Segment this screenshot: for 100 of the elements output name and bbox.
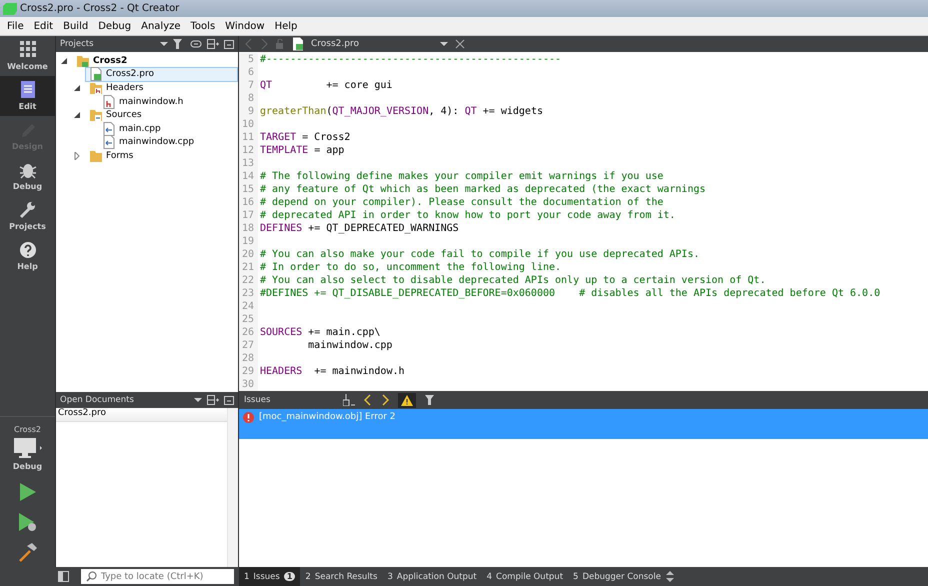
- close-pane-icon[interactable]: [224, 40, 234, 48]
- tree-item[interactable]: main.cpp: [98, 121, 238, 136]
- tree-item[interactable]: mainwindow.cpp: [98, 134, 238, 150]
- line-number: 29: [239, 365, 258, 378]
- line-number: 10: [239, 118, 258, 131]
- close-icon[interactable]: [455, 39, 465, 49]
- output-tab[interactable]: 5 Debugger Console: [568, 567, 666, 586]
- build-config-label: Debug: [12, 462, 42, 471]
- split-icon[interactable]: [207, 39, 219, 49]
- line-number: 22: [239, 274, 258, 287]
- line-number: 16: [239, 196, 258, 209]
- code-line: # any feature of Qt which as been marked as deprecated (the exact warnings: [259, 183, 706, 196]
- expand-arrow-icon[interactable]: [73, 84, 81, 92]
- mode-button[interactable]: Debug: [0, 156, 55, 196]
- code-line: # You can also make your code fail to compile if you use deprecated APIs.: [259, 248, 700, 261]
- count-badge: 1: [284, 572, 296, 581]
- hammer-icon[interactable]: [18, 542, 38, 562]
- menu-item[interactable]: File: [2, 20, 29, 32]
- folder-icon: [90, 150, 102, 162]
- output-tab[interactable]: 4 Compile Output: [482, 567, 568, 586]
- dropdown-caret-icon[interactable]: [160, 41, 168, 47]
- filter-icon[interactable]: [425, 395, 437, 405]
- line-number: 11: [239, 131, 258, 144]
- mode-button[interactable]: Edit: [0, 76, 55, 116]
- close-pane-icon[interactable]: [224, 396, 234, 404]
- output-tab[interactable]: 3 Application Output: [382, 567, 482, 586]
- pane-title[interactable]: Open Documents: [60, 395, 189, 405]
- filter-icon[interactable]: [173, 39, 185, 49]
- code-line: # You can also select to disable deprecated APIs only up to a certain version of Qt.: [259, 274, 766, 287]
- line-number: 21: [239, 261, 258, 274]
- line-number: 12: [239, 144, 258, 157]
- pane-title: Issues: [244, 395, 272, 405]
- dropdown-caret-icon[interactable]: [440, 41, 448, 47]
- expand-arrow-icon[interactable]: [73, 111, 81, 120]
- run-icon[interactable]: [18, 482, 36, 502]
- tree-item[interactable]: Sources: [85, 108, 238, 123]
- tree-item[interactable]: Cross2.pro: [85, 66, 238, 82]
- line-number: 6: [239, 66, 258, 79]
- code-line: greaterThan(QT_MAJOR_VERSION, 4): QT += widgets: [259, 105, 543, 118]
- mode-button[interactable]: Projects: [0, 196, 55, 236]
- window-title: Cross2.pro - Cross2 - Qt Creator: [20, 3, 180, 14]
- bug-icon: [18, 164, 36, 179]
- code-line: # deprecated API in order to know how to port your code away from it.: [259, 209, 676, 222]
- locator-field[interactable]: Type to locate (Ctrl+K): [81, 569, 234, 584]
- menu-item[interactable]: Tools: [186, 20, 220, 32]
- line-number: 15: [239, 183, 258, 196]
- output-tab[interactable]: 2 Search Results: [300, 567, 382, 586]
- line-number: 28: [239, 352, 258, 365]
- file-name[interactable]: Cross2.pro: [311, 39, 433, 49]
- file-icon: [90, 67, 102, 82]
- menu-item[interactable]: Edit: [28, 20, 58, 32]
- line-number: 17: [239, 209, 258, 222]
- expand-arrow-icon[interactable]: [60, 56, 68, 65]
- line-number: 26: [239, 326, 258, 339]
- file-icon: [104, 94, 114, 109]
- menu-item[interactable]: Debug: [93, 20, 136, 32]
- tree-item[interactable]: Headers: [85, 80, 238, 96]
- line-number: 23: [239, 287, 258, 300]
- split-icon[interactable]: [207, 395, 219, 405]
- code-line: TARGET = Cross2: [259, 131, 350, 144]
- document-icon: [20, 81, 34, 98]
- dropdown-caret-icon[interactable]: [194, 397, 202, 403]
- menu-item[interactable]: Analyze: [136, 20, 186, 32]
- next-icon[interactable]: [381, 394, 389, 406]
- output-tab[interactable]: 1 Issues 1: [239, 567, 300, 586]
- line-number: 30: [239, 378, 258, 391]
- kit-project-label: Cross2: [14, 425, 42, 434]
- menu-item[interactable]: Build: [58, 20, 94, 32]
- line-number: 8: [239, 92, 258, 105]
- mode-button[interactable]: Welcome: [0, 36, 55, 76]
- code-line: DEFINES += QT_DEPRECATED_WARNINGS: [259, 222, 459, 235]
- menu-item[interactable]: Help: [270, 20, 302, 32]
- error-icon: [243, 412, 254, 423]
- line-number: 25: [239, 313, 258, 326]
- line-number: 14: [239, 170, 258, 183]
- open-document-item[interactable]: Cross2.pro: [56, 408, 227, 422]
- debug-run-icon[interactable]: [18, 512, 38, 532]
- mode-button[interactable]: Help: [0, 236, 55, 276]
- code-line: # In order to do so, uncomment the following line.: [259, 261, 562, 274]
- tree-item[interactable]: Forms: [85, 148, 238, 164]
- project-folder-icon: [77, 56, 89, 67]
- pane-title[interactable]: Projects: [60, 39, 155, 49]
- line-number: 9: [239, 105, 258, 118]
- code-line: TEMPLATE = app: [259, 144, 344, 157]
- scrollbar[interactable]: [227, 408, 238, 567]
- tree-item[interactable]: mainwindow.h: [98, 94, 238, 110]
- search-icon: [86, 571, 97, 582]
- grid-icon: [20, 41, 36, 57]
- code-line: #-------------------------------------------------: [259, 53, 562, 66]
- help-icon: [20, 242, 36, 258]
- tree-item[interactable]: Cross2: [72, 53, 238, 68]
- link-icon[interactable]: [190, 40, 202, 48]
- warning-filter-button[interactable]: [398, 392, 416, 408]
- line-number: 18: [239, 222, 258, 235]
- previous-icon[interactable]: [364, 394, 372, 406]
- sidebar-toggle-icon[interactable]: [58, 571, 69, 582]
- monitor-icon[interactable]: [12, 437, 42, 459]
- up-down-arrows-icon[interactable]: [666, 571, 674, 582]
- menu-item[interactable]: Window: [220, 20, 270, 32]
- line-number: 5: [239, 53, 258, 66]
